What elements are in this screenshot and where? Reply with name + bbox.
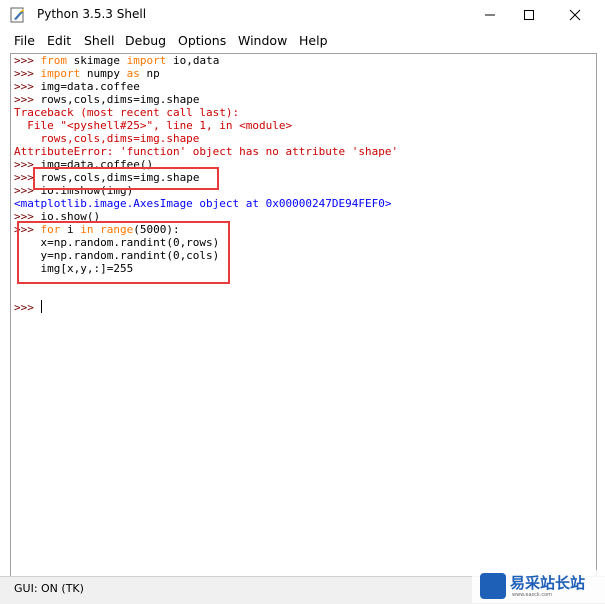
text-cursor <box>41 300 42 313</box>
code-token: from <box>40 54 68 67</box>
shell-line: >>> rows,cols,dims=img.shape <box>14 93 594 106</box>
close-button[interactable] <box>552 0 598 30</box>
shell-line: AttributeError: 'function' object has no… <box>14 145 594 158</box>
shell-prompt: >>> <box>14 80 41 93</box>
watermark-subtitle: www.easck.com <box>512 592 553 598</box>
maximize-button[interactable] <box>506 0 552 30</box>
watermark-logo-icon <box>480 573 506 599</box>
status-text: GUI: ON (TK) <box>14 582 84 595</box>
menu-shell[interactable]: Shell <box>84 33 115 48</box>
close-icon <box>569 9 581 21</box>
menu-file[interactable]: File <box>14 33 35 48</box>
code-token: AttributeError: 'function' object has no… <box>14 145 399 158</box>
shell-prompt: >>> <box>14 301 41 314</box>
shell-line: >>> import numpy as np <box>14 67 594 80</box>
shell-text-area[interactable]: >>> from skimage import io,data >>> impor… <box>10 53 597 577</box>
title-bar[interactable]: Python 3.5.3 Shell <box>0 0 605 30</box>
shell-prompt: >>> <box>14 93 41 106</box>
code-token: img=data.coffee <box>40 80 140 93</box>
code-token: <matplotlib.image.AxesImage object at 0x… <box>14 197 392 210</box>
code-token: import <box>126 54 167 67</box>
shell-prompt: >>> <box>14 67 41 80</box>
shell-prompt: >>> <box>14 54 41 67</box>
highlight-box-shape-line <box>33 167 219 190</box>
code-token: np <box>139 67 160 80</box>
code-token: rows,cols,dims=img.shape <box>14 132 200 145</box>
shell-line: File "<pyshell#25>", line 1, in <module> <box>14 119 594 132</box>
watermark-title: 易采站长站 <box>510 574 586 592</box>
python-feather-icon <box>10 7 24 23</box>
shell-line: rows,cols,dims=img.shape <box>14 132 594 145</box>
idle-shell-window: Python 3.5.3 Shell File Edit Shell Debug… <box>0 0 605 604</box>
menu-debug[interactable]: Debug <box>125 33 166 48</box>
code-token: skimage <box>67 54 127 67</box>
code-token: as <box>126 67 140 80</box>
menu-window[interactable]: Window <box>238 33 287 48</box>
code-token: File "<pyshell#25>", line 1, in <module> <box>14 119 293 132</box>
menu-help[interactable]: Help <box>299 33 328 48</box>
shell-line: >>> <box>14 301 594 314</box>
shell-line: >>> from skimage import io,data <box>14 54 594 67</box>
code-token: rows,cols,dims=img.shape <box>40 93 200 106</box>
shell-line: Traceback (most recent call last): <box>14 106 594 119</box>
window-title: Python 3.5.3 Shell <box>37 7 147 21</box>
menu-options[interactable]: Options <box>178 33 226 48</box>
code-token: io,data <box>166 54 220 67</box>
highlight-box-for-loop <box>17 221 230 284</box>
watermark: 易采站长站 www.easck.com <box>472 570 605 603</box>
code-token: import <box>40 67 81 80</box>
shell-line: >>> img=data.coffee <box>14 80 594 93</box>
maximize-icon <box>524 10 534 20</box>
code-token: numpy <box>80 67 127 80</box>
menu-bar: File Edit Shell Debug Options Window Hel… <box>0 30 605 52</box>
minimize-icon <box>485 14 495 16</box>
code-token: Traceback (most recent call last): <box>14 106 240 119</box>
menu-edit[interactable]: Edit <box>47 33 71 48</box>
shell-line: <matplotlib.image.AxesImage object at 0x… <box>14 197 594 210</box>
